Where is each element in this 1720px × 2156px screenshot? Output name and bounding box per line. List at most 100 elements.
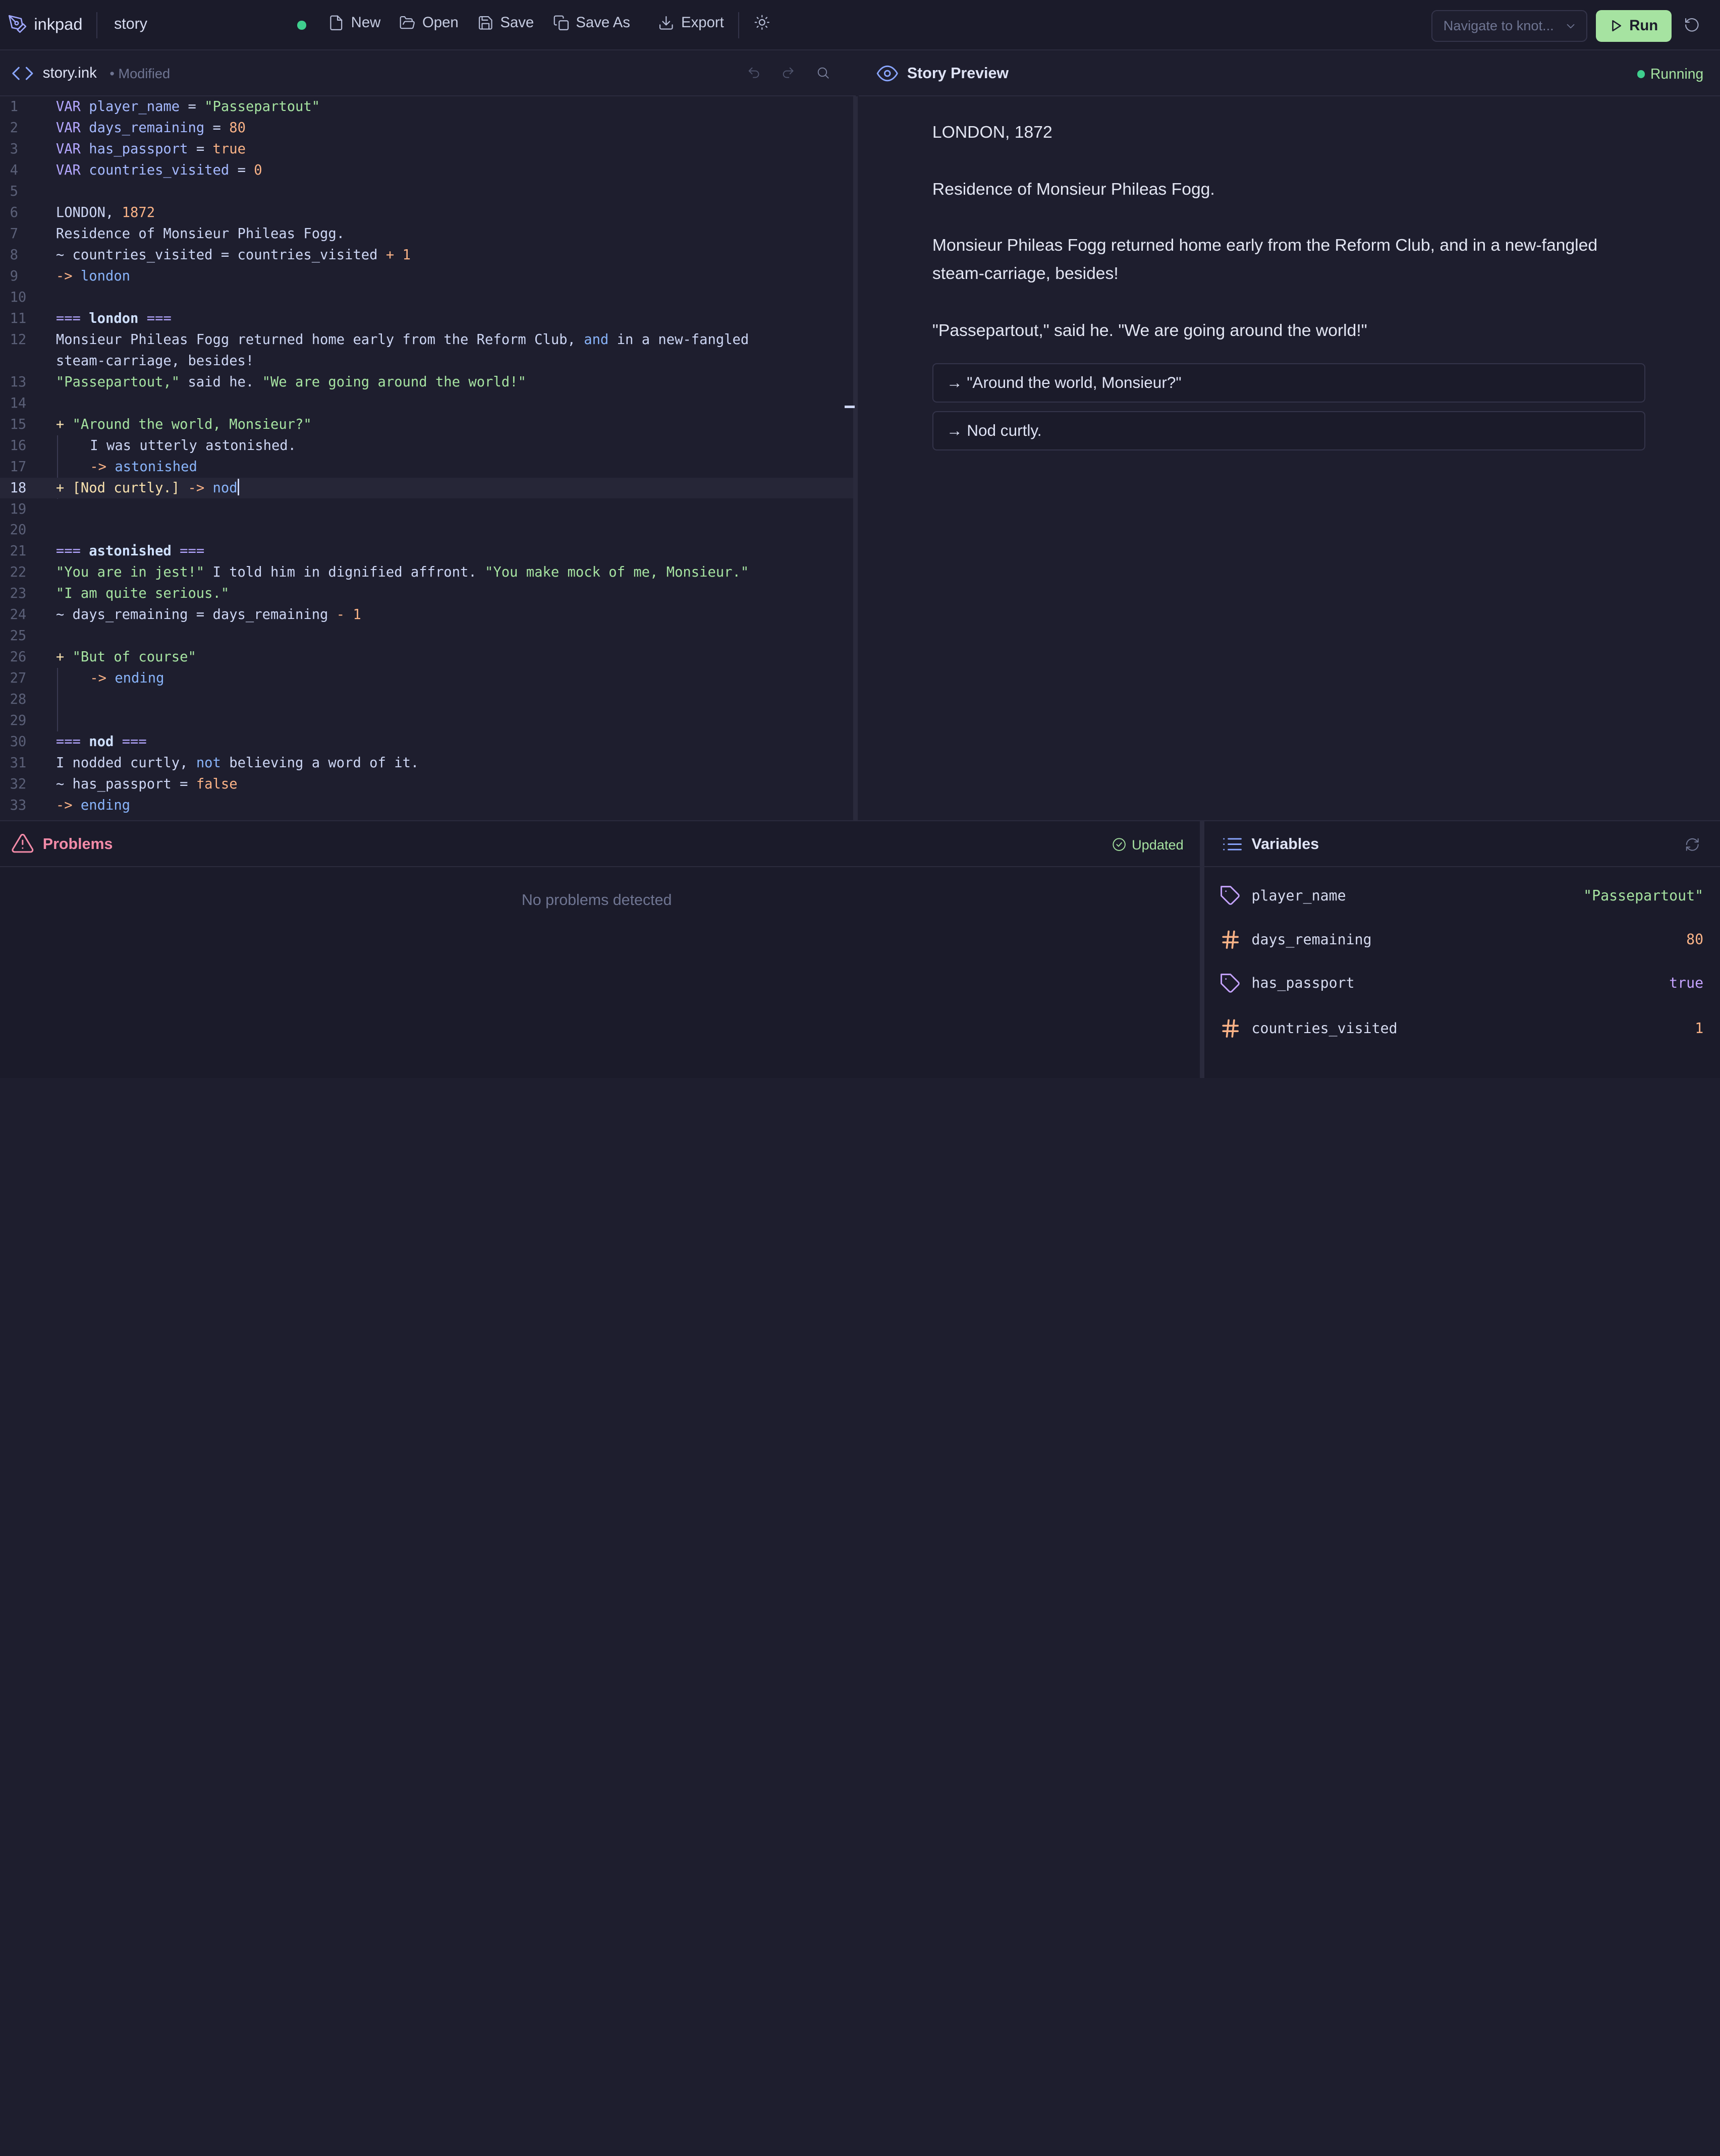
editor-header: story.ink • Modified: [0, 50, 856, 97]
code-line: 10: [10, 289, 27, 305]
code-line: 24 ~ days_remaining = days_remaining - 1: [10, 607, 361, 623]
code-line: 23 "I am quite serious.": [10, 586, 230, 602]
theme-toggle-button[interactable]: [754, 14, 770, 31]
copy-icon: [553, 15, 570, 31]
code-line: 32 ~ has_passport = false: [10, 776, 238, 792]
brand: inkpad: [8, 14, 82, 34]
code-line: 1 VAR player_name = "Passepartout": [10, 99, 320, 115]
new-button[interactable]: New: [328, 14, 380, 31]
story-paragraph: LONDON, 1872: [932, 123, 1052, 142]
code-line: 4 VAR countries_visited = 0: [10, 162, 262, 179]
code-line: 8 ~ countries_visited = countries_visited…: [10, 247, 411, 263]
editor-preview-splitter[interactable]: [853, 96, 858, 821]
preview-title: Story Preview: [907, 65, 1009, 82]
variables-title: Variables: [1251, 835, 1319, 853]
code-line: 16 I was utterly astonished.: [10, 437, 297, 453]
variable-name: has_passport: [1251, 975, 1355, 992]
hash-icon: [1219, 1017, 1241, 1039]
code-line: 11 === london ===: [10, 310, 172, 326]
variable-name: countries_visited: [1251, 1019, 1398, 1037]
check-circle-icon: [1112, 837, 1126, 852]
story-paragraph: Residence of Monsieur Phileas Fogg.: [932, 180, 1215, 199]
story-paragraph: "Passepartout," said he. "We are going a…: [932, 321, 1367, 341]
download-icon: [658, 15, 675, 31]
story-name[interactable]: story: [114, 15, 147, 33]
code-icon: [11, 64, 34, 83]
search-icon[interactable]: [816, 66, 830, 80]
variable-name: days_remaining: [1251, 931, 1372, 948]
code-line: 26 + "But of course": [10, 649, 196, 665]
new-label: New: [351, 14, 381, 31]
variable-name: player_name: [1251, 887, 1346, 904]
running-dot: [1637, 70, 1645, 78]
restart-icon[interactable]: [1684, 17, 1700, 33]
save-button[interactable]: Save: [477, 14, 534, 31]
navigate-placeholder: Navigate to knot...: [1443, 18, 1554, 34]
text-cursor: [237, 479, 239, 496]
code-line: 33 -> ending: [10, 797, 131, 813]
save-as-button[interactable]: Save As: [553, 14, 630, 31]
running-status: Running: [1637, 66, 1703, 82]
code-area[interactable]: 1 VAR player_name = "Passepartout" 2 VAR d…: [0, 96, 856, 820]
refresh-icon[interactable]: [1685, 837, 1700, 852]
sun-icon: [754, 14, 770, 31]
variable-row: has_passport true: [1204, 961, 1720, 1005]
problems-header: Problems Updated: [0, 821, 1200, 868]
story-preview-panel: Story Preview Running LONDON, 1872 Resid…: [859, 50, 1720, 821]
tag-icon: [1219, 885, 1241, 906]
code-line: 6 LONDON, 1872: [10, 205, 155, 221]
variable-value: 80: [1686, 931, 1704, 948]
code-line: 28: [10, 692, 27, 708]
run-button[interactable]: Run: [1596, 10, 1672, 42]
code-line: 9 -> london: [10, 268, 131, 284]
open-button[interactable]: Open: [399, 14, 459, 31]
problems-panel: Problems Updated No problems detected: [0, 820, 1200, 1079]
code-line: 27 -> ending: [10, 670, 164, 687]
scrollbar-marker: [844, 406, 855, 408]
code-editor-panel: story.ink • Modified 1 VAR player_name = …: [0, 50, 856, 821]
brand-name: inkpad: [34, 14, 83, 33]
code-line: 21 === astonished ===: [10, 543, 205, 559]
code-line-active: 18 + [Nod curtly.] -> nod: [0, 477, 856, 498]
list-icon: [1221, 834, 1243, 854]
code-line: 12 Monsieur Phileas Fogg returned home ea…: [10, 331, 749, 348]
variable-value: "Passepartout": [1583, 887, 1704, 904]
variable-row: days_remaining 80: [1204, 918, 1720, 961]
toolbar-divider: [96, 12, 98, 39]
code-line: 20: [10, 522, 27, 538]
problems-variables-splitter[interactable]: [1200, 820, 1205, 1079]
export-label: Export: [681, 14, 724, 31]
code-line: steam-carriage, besides!: [56, 353, 254, 369]
pen-nib-icon: [8, 14, 27, 34]
code-line: 19: [10, 501, 27, 517]
code-line: 31 I nodded curtly, not believing a word …: [10, 755, 419, 771]
story-choice-button[interactable]: → Nod curtly.: [932, 411, 1645, 451]
story-paragraph: Monsieur Phileas Fogg returned home earl…: [932, 236, 1598, 283]
redo-icon[interactable]: [781, 66, 795, 80]
variable-row: player_name "Passepartout": [1204, 874, 1720, 918]
warning-triangle-icon: [11, 832, 34, 854]
no-problems-message: No problems detected: [521, 891, 672, 909]
code-line: 5: [10, 184, 18, 200]
eye-icon: [876, 64, 898, 83]
inkpad-app: inkpad story New Open Save Save As Expor…: [0, 0, 1720, 1079]
code-line: 22 "You are in jest!" I told him in digni…: [10, 564, 749, 581]
story-choice-button[interactable]: → "Around the world, Monsieur?": [932, 363, 1645, 403]
preview-header: Story Preview Running: [859, 50, 1720, 97]
code-line: 29: [10, 713, 27, 729]
problems-title: Problems: [42, 835, 113, 853]
export-button[interactable]: Export: [658, 14, 724, 31]
code-line: 13 "Passepartout," said he. "We are going…: [10, 374, 526, 390]
navigate-knot-select[interactable]: Navigate to knot...: [1431, 10, 1587, 42]
play-icon: [1610, 19, 1623, 32]
code-line: 2 VAR days_remaining = 80: [10, 120, 246, 136]
problems-updated-status: Updated: [1112, 837, 1184, 853]
hash-icon: [1219, 929, 1241, 950]
folder-open-icon: [399, 15, 416, 31]
run-label: Run: [1629, 17, 1658, 34]
file-name[interactable]: story.ink: [43, 65, 97, 82]
code-line: 25: [10, 628, 27, 644]
undo-icon[interactable]: [747, 66, 761, 80]
chevron-down-icon: [1564, 20, 1577, 33]
file-modified-status: • Modified: [109, 66, 171, 82]
